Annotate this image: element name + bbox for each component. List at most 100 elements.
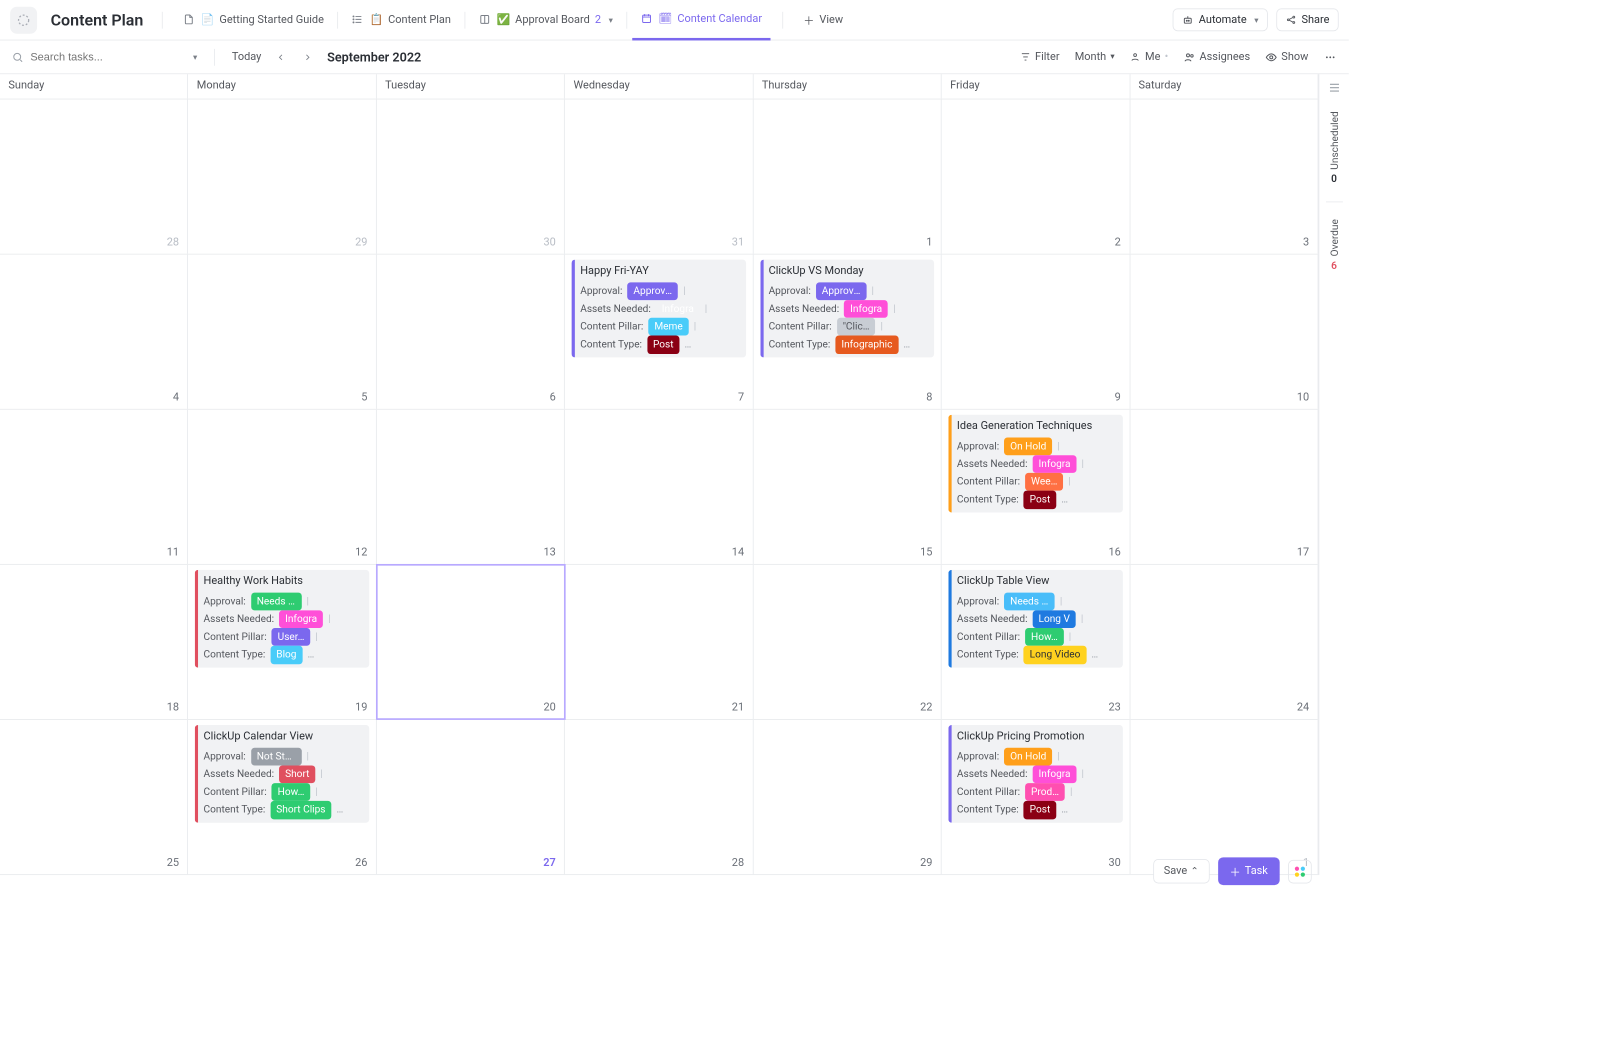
automate-button[interactable]: Automate xyxy=(1173,8,1268,31)
calendar-day[interactable]: 20 xyxy=(377,565,565,719)
calendar-day[interactable]: 2 xyxy=(942,99,1130,253)
more-menu[interactable] xyxy=(1324,50,1337,63)
calendar-day[interactable]: 1 xyxy=(1130,720,1318,874)
day-number: 18 xyxy=(167,701,179,714)
tab-badge: 2 xyxy=(595,13,601,26)
tab-approval-board[interactable]: ✅Approval Board2 xyxy=(470,0,621,40)
tag: Post xyxy=(1024,491,1056,509)
share-button[interactable]: Share xyxy=(1276,8,1339,31)
day-number: 10 xyxy=(1297,391,1309,404)
calendar-day[interactable]: 10 xyxy=(1130,255,1318,409)
more-icon[interactable]: … xyxy=(1061,492,1068,508)
calendar-day[interactable]: 29 xyxy=(188,99,376,253)
prev-month[interactable] xyxy=(273,49,288,64)
more-icon[interactable]: … xyxy=(1091,647,1098,663)
calendar-day[interactable]: 6 xyxy=(377,255,565,409)
day-number: 23 xyxy=(1108,701,1120,714)
tab-content-plan[interactable]: 📋Content Plan xyxy=(343,0,459,40)
person-icon xyxy=(1130,51,1141,62)
calendar-day[interactable]: 15 xyxy=(753,410,941,564)
day-number: 25 xyxy=(167,856,179,869)
day-number: 17 xyxy=(1297,546,1309,559)
calendar-day[interactable]: 14 xyxy=(565,410,753,564)
apps-button[interactable] xyxy=(1288,859,1312,883)
new-task-button[interactable]: ＋ Task xyxy=(1218,857,1280,885)
calendar-day[interactable]: Idea Generation TechniquesApproval:On Ho… xyxy=(942,410,1130,564)
people-icon xyxy=(1183,51,1195,63)
calendar-day[interactable]: 12 xyxy=(188,410,376,564)
calendar-day[interactable]: 28 xyxy=(565,720,753,874)
overdue-group[interactable]: Overdue 6 xyxy=(1328,219,1340,271)
tab-content-calendar[interactable]: 🗓Content Calendar xyxy=(632,0,770,40)
day-number: 13 xyxy=(543,546,555,559)
today-button[interactable]: Today xyxy=(232,51,262,64)
calendar-day[interactable]: 17 xyxy=(1130,410,1318,564)
assignees-filter[interactable]: Assignees xyxy=(1183,51,1250,64)
calendar-day[interactable]: 13 xyxy=(377,410,565,564)
task-card[interactable]: ClickUp Pricing PromotionApproval:On Hol… xyxy=(948,725,1122,822)
calendar-day[interactable]: ClickUp Table ViewApproval:Needs Up…|Ass… xyxy=(942,565,1130,719)
task-card[interactable]: ClickUp Table ViewApproval:Needs Up…|Ass… xyxy=(948,570,1122,667)
calendar-day[interactable]: 1 xyxy=(753,99,941,253)
chevron-down-icon[interactable] xyxy=(606,13,613,26)
task-card[interactable]: Happy Fri-YAYApproval:Approved|Assets Ne… xyxy=(572,260,746,357)
add-view[interactable]: ＋ View xyxy=(795,0,852,40)
calendar-day[interactable]: 9 xyxy=(942,255,1130,409)
tag: Blog xyxy=(270,646,302,664)
chevron-down-icon[interactable] xyxy=(190,51,197,64)
calendar-day[interactable]: 29 xyxy=(753,720,941,874)
unscheduled-group[interactable]: Unscheduled 0 xyxy=(1328,111,1340,185)
calendar-day[interactable]: Happy Fri-YAYApproval:Approved|Assets Ne… xyxy=(565,255,753,409)
day-number: 20 xyxy=(543,701,555,714)
calendar-day[interactable]: 22 xyxy=(753,565,941,719)
period-select[interactable]: Month▾ xyxy=(1075,51,1115,64)
task-card[interactable]: Healthy Work HabitsApproval:Needs Re…|As… xyxy=(195,570,369,667)
tab-emoji: ✅ xyxy=(496,13,510,26)
calendar-day[interactable]: 28 xyxy=(0,99,188,253)
calendar-day[interactable]: 31 xyxy=(565,99,753,253)
more-icon[interactable]: … xyxy=(685,337,692,353)
calendar-day[interactable]: 24 xyxy=(1130,565,1318,719)
calendar-day[interactable]: 27 xyxy=(377,720,565,874)
me-filter[interactable]: Me • xyxy=(1130,51,1168,64)
side-rail: Unscheduled 0 Overdue 6 xyxy=(1318,74,1348,875)
space-icon[interactable] xyxy=(10,6,37,33)
next-month[interactable] xyxy=(300,49,315,64)
more-icon[interactable]: … xyxy=(336,802,343,818)
calendar-day[interactable]: 21 xyxy=(565,565,753,719)
calendar: SundayMondayTuesdayWednesdayThursdayFrid… xyxy=(0,74,1318,875)
calendar-day[interactable]: ClickUp Pricing PromotionApproval:On Hol… xyxy=(942,720,1130,874)
calendar-day[interactable]: 30 xyxy=(377,99,565,253)
calendar-day[interactable]: 5 xyxy=(188,255,376,409)
search-box[interactable] xyxy=(12,51,197,64)
save-button[interactable]: Save ⌃ xyxy=(1153,859,1210,883)
task-title: ClickUp Pricing Promotion xyxy=(957,728,1118,746)
calendar-day[interactable]: 4 xyxy=(0,255,188,409)
task-card[interactable]: ClickUp Calendar ViewApproval:Not Starte… xyxy=(195,725,369,822)
calendar-day[interactable]: ClickUp Calendar ViewApproval:Not Starte… xyxy=(188,720,376,874)
more-icon[interactable]: … xyxy=(903,337,910,353)
tag: Approved xyxy=(628,282,679,300)
calendar-day[interactable]: 3 xyxy=(1130,99,1318,253)
task-card[interactable]: ClickUp VS MondayApproval:Approved|Asset… xyxy=(760,260,934,357)
filter-button[interactable]: Filter xyxy=(1020,51,1060,64)
day-number: 1 xyxy=(926,236,932,249)
list-icon[interactable] xyxy=(1327,81,1340,94)
tab-getting-started-guide[interactable]: 📄Getting Started Guide xyxy=(175,0,333,40)
more-icon[interactable]: … xyxy=(307,647,314,663)
day-number: 30 xyxy=(1108,856,1120,869)
show-button[interactable]: Show xyxy=(1265,51,1308,64)
task-card[interactable]: Idea Generation TechniquesApproval:On Ho… xyxy=(948,415,1122,512)
search-icon xyxy=(12,51,24,63)
day-number: 24 xyxy=(1297,701,1309,714)
calendar-day[interactable]: 11 xyxy=(0,410,188,564)
day-number: 19 xyxy=(355,701,367,714)
calendar-day[interactable]: Healthy Work HabitsApproval:Needs Re…|As… xyxy=(188,565,376,719)
calendar-day[interactable]: 18 xyxy=(0,565,188,719)
search-input[interactable] xyxy=(30,51,183,64)
day-number: 6 xyxy=(550,391,556,404)
calendar-day[interactable]: 25 xyxy=(0,720,188,874)
day-number: 11 xyxy=(167,546,179,559)
more-icon[interactable]: … xyxy=(1061,802,1068,818)
calendar-day[interactable]: ClickUp VS MondayApproval:Approved|Asset… xyxy=(753,255,941,409)
